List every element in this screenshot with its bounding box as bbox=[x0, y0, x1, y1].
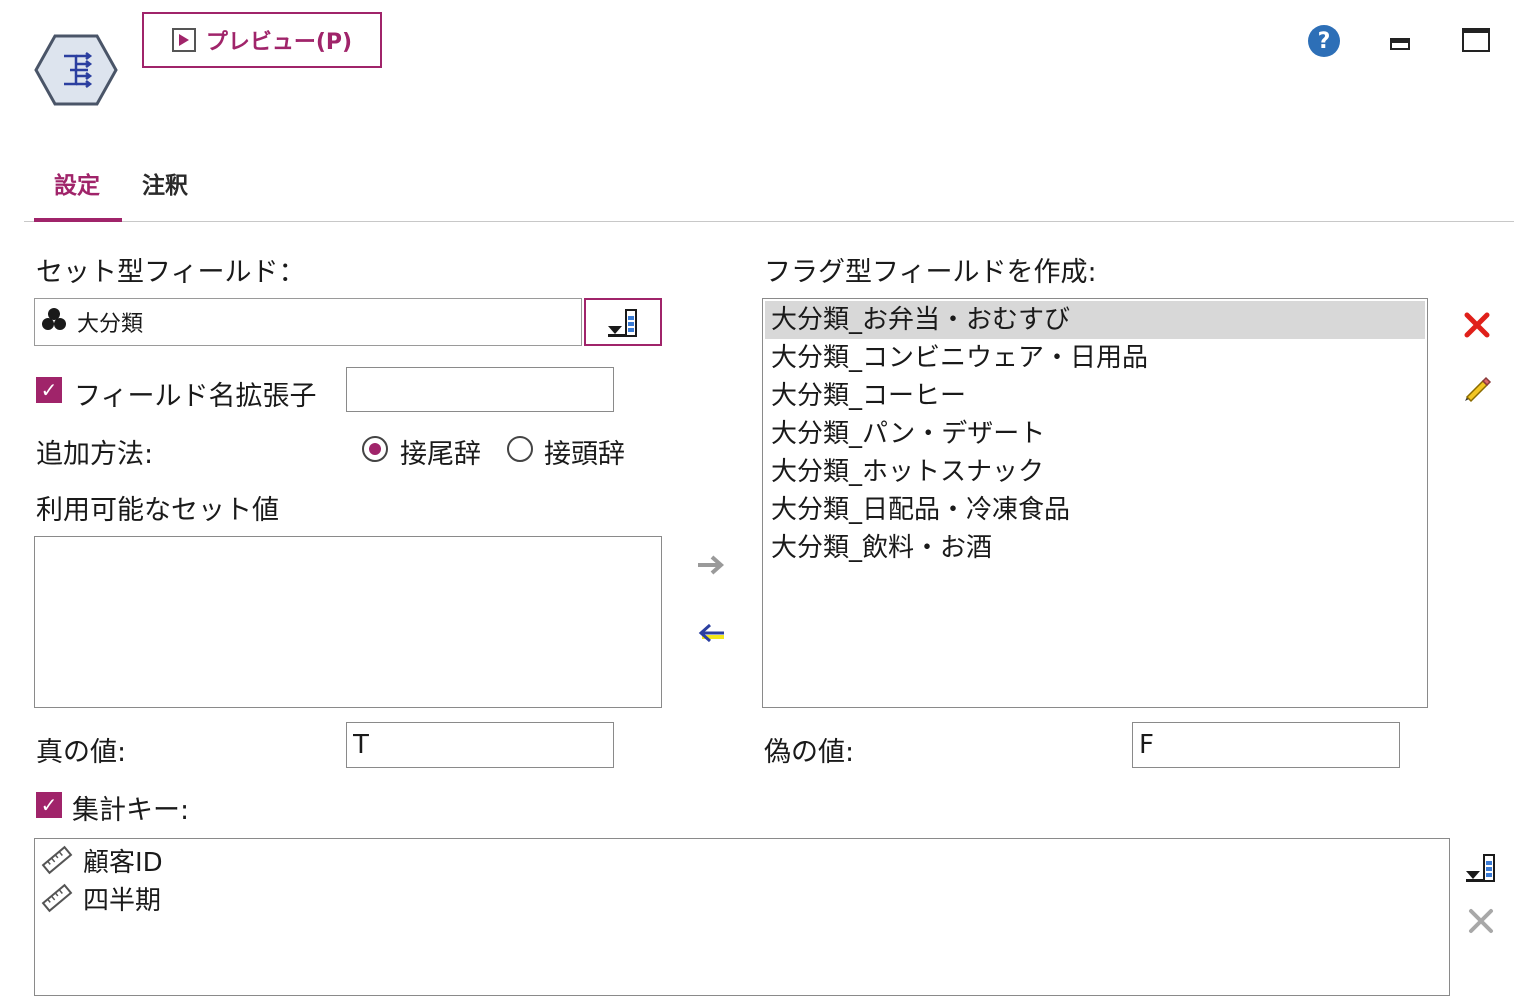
set-field-label: セット型フィールド： bbox=[36, 257, 306, 288]
flag-field-item[interactable]: 大分類_コーヒー bbox=[765, 377, 1425, 415]
suffix-radio-label: 接尾辞 bbox=[400, 439, 481, 470]
flag-field-item[interactable]: 大分類_日配品・冷凍食品 bbox=[765, 491, 1425, 529]
flag-fields-list[interactable]: 大分類_お弁当・おむすび 大分類_コンビニウェア・日用品 大分類_コーヒー 大分… bbox=[762, 298, 1428, 708]
ruler-icon bbox=[41, 883, 73, 913]
pencil-icon[interactable] bbox=[1460, 370, 1494, 404]
move-right-arrow-icon[interactable] bbox=[694, 548, 728, 582]
field-picker-icon bbox=[608, 309, 637, 337]
flag-field-item[interactable]: 大分類_ホットスナック bbox=[765, 453, 1425, 491]
true-value-label: 真の値: bbox=[36, 737, 127, 768]
flag-field-item[interactable]: 大分類_コンビニウェア・日用品 bbox=[765, 339, 1425, 377]
field-name-extension-checkbox[interactable]: ✓ bbox=[36, 377, 62, 403]
set-type-icon bbox=[41, 307, 67, 337]
ruler-icon bbox=[41, 845, 73, 875]
field-name-extension-input[interactable] bbox=[346, 367, 614, 412]
node-type-icon bbox=[34, 34, 118, 106]
field-name-extension-label: フィールド名拡張子 bbox=[74, 381, 317, 412]
flag-field-item[interactable]: 大分類_飲料・お酒 bbox=[765, 529, 1425, 567]
move-left-arrow-icon[interactable] bbox=[694, 618, 728, 652]
delete-icon[interactable] bbox=[1460, 308, 1494, 342]
tab-annotation[interactable]: 注釈 bbox=[142, 166, 188, 200]
available-values-label: 利用可能なセット値 bbox=[36, 495, 279, 526]
available-values-list[interactable] bbox=[34, 536, 662, 708]
aggregate-key-label: 四半期 bbox=[83, 885, 162, 916]
help-icon[interactable]: ? bbox=[1308, 25, 1340, 57]
aggregate-key-label: 顧客ID bbox=[83, 847, 163, 878]
minimize-icon[interactable] bbox=[1390, 38, 1410, 50]
tab-settings[interactable]: 設定 bbox=[54, 166, 100, 200]
set-field-value: 大分類 bbox=[77, 312, 144, 337]
aggregate-keys-label: 集計キー: bbox=[72, 795, 190, 826]
active-tab-indicator bbox=[34, 218, 122, 222]
suffix-radio[interactable] bbox=[362, 436, 388, 462]
false-value-label: 偽の値: bbox=[764, 737, 855, 768]
false-value-input[interactable] bbox=[1132, 722, 1400, 768]
add-key-field-picker-icon[interactable] bbox=[1464, 850, 1498, 884]
field-picker-button[interactable] bbox=[584, 298, 662, 346]
flag-field-item[interactable]: 大分類_パン・デザート bbox=[765, 415, 1425, 453]
preview-button[interactable]: プレビュー(P) bbox=[142, 12, 382, 68]
prefix-radio[interactable] bbox=[507, 436, 533, 462]
preview-button-label: プレビュー(P) bbox=[205, 30, 353, 55]
flag-field-item[interactable]: 大分類_お弁当・おむすび bbox=[765, 301, 1425, 339]
aggregate-key-item[interactable]: 四半期 bbox=[35, 879, 1449, 917]
aggregate-key-item[interactable]: 顧客ID bbox=[35, 841, 1449, 879]
maximize-icon[interactable] bbox=[1462, 28, 1490, 52]
set-field-input[interactable]: 大分類 bbox=[34, 298, 582, 346]
add-method-label: 追加方法: bbox=[36, 439, 154, 470]
aggregate-keys-list[interactable]: 顧客ID 四半期 bbox=[34, 838, 1450, 996]
true-value-input[interactable] bbox=[346, 722, 614, 768]
prefix-radio-label: 接頭辞 bbox=[544, 439, 625, 470]
aggregate-keys-checkbox[interactable]: ✓ bbox=[36, 792, 62, 818]
create-flag-fields-label: フラグ型フィールドを作成: bbox=[764, 257, 1097, 288]
play-icon bbox=[171, 28, 196, 52]
tab-divider bbox=[24, 221, 1514, 222]
remove-key-icon[interactable] bbox=[1464, 904, 1498, 938]
